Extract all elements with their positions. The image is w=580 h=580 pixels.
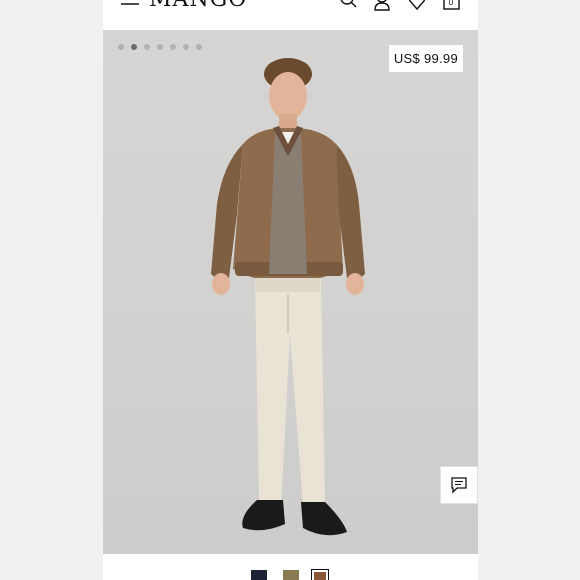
top-header: MANGO 0: [103, 0, 478, 30]
gallery-dot-active[interactable]: [131, 44, 137, 50]
gallery-dot[interactable]: [144, 44, 150, 50]
color-swatch-brown[interactable]: [283, 570, 299, 580]
color-swatches: [103, 554, 478, 580]
chat-support-button[interactable]: [440, 466, 478, 504]
gallery-dot[interactable]: [157, 44, 163, 50]
menu-icon[interactable]: [121, 0, 139, 8]
chat-icon: [451, 477, 467, 494]
search-icon[interactable]: [339, 0, 357, 12]
account-icon[interactable]: [373, 0, 391, 12]
color-swatch-navy[interactable]: [251, 570, 267, 580]
color-swatch-camel-selected[interactable]: [311, 569, 329, 580]
gallery-dot[interactable]: [118, 44, 124, 50]
heart-icon[interactable]: [408, 0, 426, 12]
brand-logo[interactable]: MANGO: [149, 0, 247, 11]
phone-screen: MANGO 0 US$ 99.99: [103, 0, 478, 580]
product-image-gallery[interactable]: US$ 99.99: [103, 30, 478, 554]
product-photo-model: [211, 58, 365, 536]
gallery-dot[interactable]: [170, 44, 176, 50]
price-tag: US$ 99.99: [388, 45, 463, 72]
gallery-dot[interactable]: [183, 44, 189, 50]
gallery-pagination: [118, 44, 202, 50]
bag-count: 0: [448, 0, 454, 7]
